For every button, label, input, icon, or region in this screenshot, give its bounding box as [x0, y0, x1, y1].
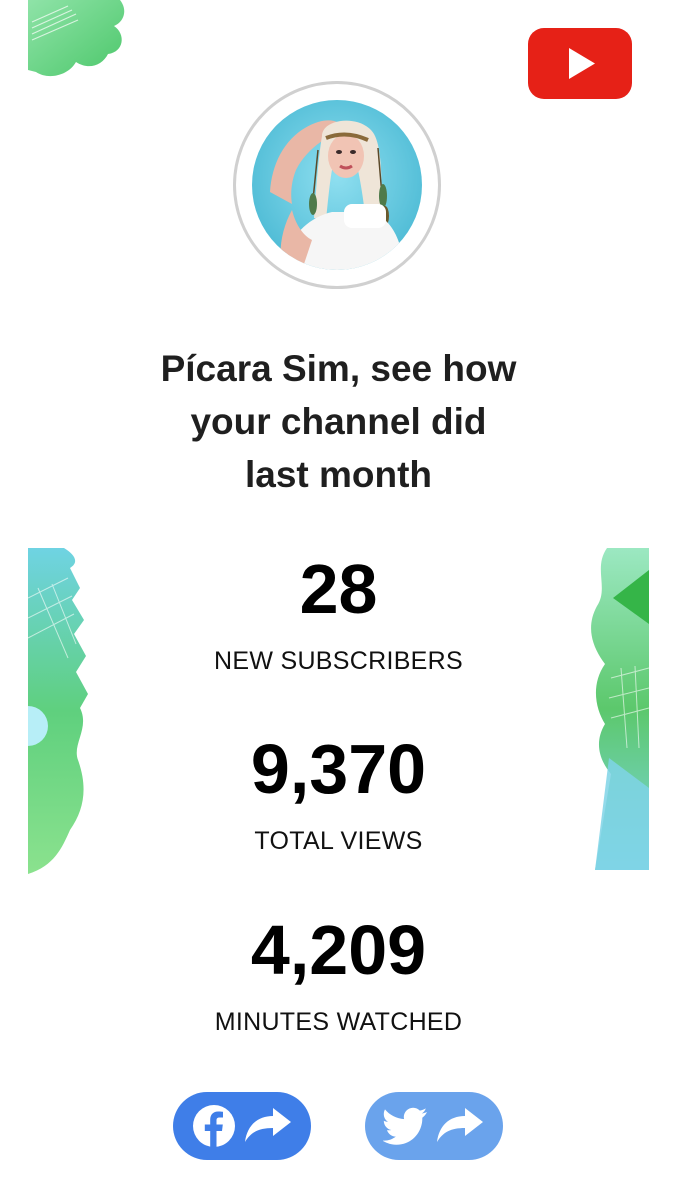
facebook-icon — [193, 1105, 235, 1147]
headline: Pícara Sim, see how your channel did las… — [98, 342, 579, 501]
share-arrow-icon — [245, 1108, 291, 1142]
total-views-value: 9,370 — [250, 730, 427, 808]
channel-avatar — [252, 100, 422, 270]
headline-line-1: Pícara Sim, see how — [160, 348, 517, 389]
minutes-watched-value: 4,209 — [250, 911, 427, 989]
new-subscribers-label: NEW SUBSCRIBERS — [214, 647, 463, 675]
headline-line-2: your channel did — [190, 401, 487, 442]
share-twitter-button[interactable] — [365, 1092, 503, 1160]
twitter-icon — [383, 1107, 427, 1145]
share-facebook-button[interactable] — [173, 1092, 311, 1160]
summary-card: Pícara Sim, see how your channel did las… — [28, 0, 649, 1200]
youtube-logo — [528, 28, 632, 99]
decorative-shape-top-left — [28, 0, 125, 77]
minutes-watched-label: MINUTES WATCHED — [214, 1008, 463, 1036]
share-arrow-icon — [437, 1108, 483, 1142]
new-subscribers-value: 28 — [299, 550, 378, 628]
headline-line-3: last month — [244, 454, 433, 495]
total-views-label: TOTAL VIEWS — [254, 827, 423, 855]
